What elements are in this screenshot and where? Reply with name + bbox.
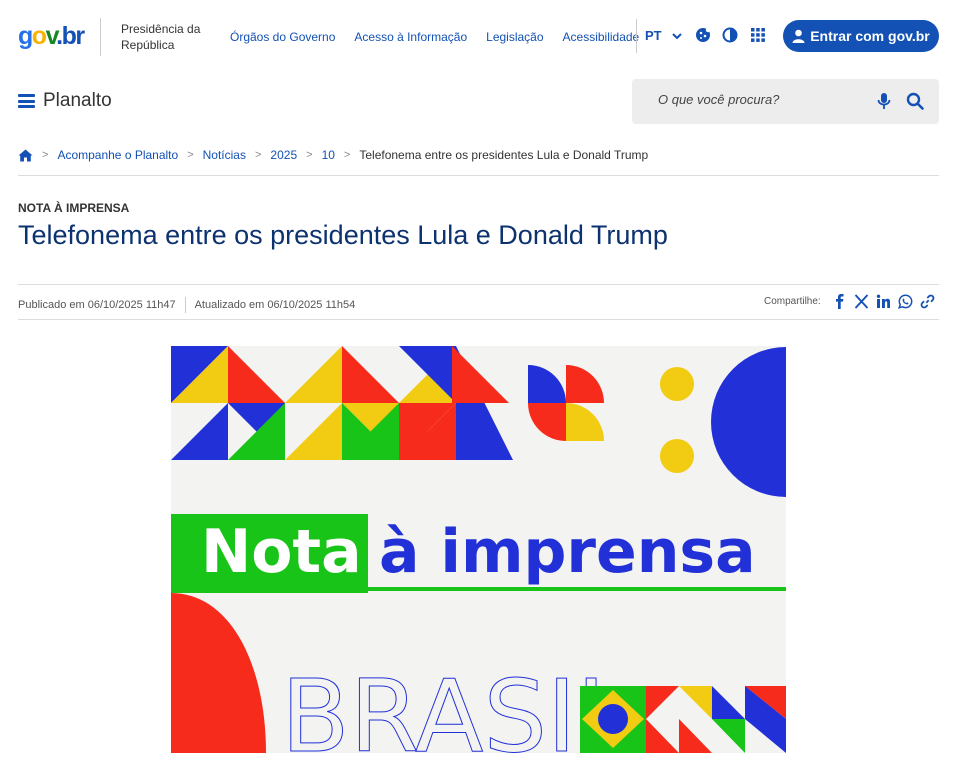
cookie-icon[interactable] <box>695 27 711 43</box>
nota-imprensa-artwork: Nota à imprensa BRASIL <box>171 346 786 753</box>
hero-word-imprensa: à imprensa <box>379 517 756 587</box>
search-icon[interactable] <box>906 92 924 110</box>
hero-image: Nota à imprensa BRASIL <box>171 346 786 753</box>
divider <box>18 175 939 176</box>
contrast-icon[interactable] <box>722 27 738 43</box>
govbr-logo[interactable]: gov.br <box>18 22 85 51</box>
link-acesso-informacao[interactable]: Acesso à Informação <box>354 30 467 44</box>
hero-word-nota: Nota <box>201 517 362 587</box>
share-label: Compartilhe: <box>764 296 821 307</box>
login-label: Entrar com gov.br <box>810 28 930 44</box>
whatsapp-icon[interactable] <box>897 294 913 309</box>
meta-divider <box>184 297 186 313</box>
published-date: Publicado em 06/10/2025 11h47 <box>18 299 176 311</box>
chevron-down-icon <box>671 32 682 39</box>
divider <box>18 319 939 320</box>
breadcrumb: > Acompanhe o Planalto > Notícias > 2025… <box>18 148 648 162</box>
chevron-right-icon: > <box>187 149 194 161</box>
top-header: gov.br Presidência da República Órgãos d… <box>0 0 970 72</box>
hero-brasil-text: BRASIL <box>281 658 632 753</box>
top-nav: Órgãos do Governo Acesso à Informação Le… <box>230 30 639 44</box>
breadcrumb-item-month[interactable]: 10 <box>322 148 335 162</box>
link-legislacao[interactable]: Legislação <box>486 30 543 44</box>
chevron-right-icon: > <box>254 149 262 161</box>
breadcrumb-item-noticias[interactable]: Notícias <box>203 148 246 162</box>
language-selector[interactable]: PT <box>645 28 682 43</box>
nav-divider <box>636 19 637 53</box>
org-name: Presidência da República <box>121 22 201 52</box>
site-name: Planalto <box>43 90 112 111</box>
main-menu-button[interactable]: Planalto <box>18 90 112 112</box>
link-orgaos[interactable]: Órgãos do Governo <box>230 30 335 44</box>
user-icon <box>792 29 805 43</box>
divider <box>18 284 939 285</box>
hamburger-icon <box>18 94 35 108</box>
breadcrumb-item-acompanhe[interactable]: Acompanhe o Planalto <box>57 148 178 162</box>
updated-date: Atualizado em 06/10/2025 11h54 <box>194 299 356 311</box>
logo-divider <box>100 18 101 56</box>
article-kicker: NOTA À IMPRENSA <box>18 201 130 215</box>
facebook-icon[interactable] <box>832 294 847 309</box>
language-label: PT <box>645 28 662 43</box>
login-button[interactable]: Entrar com gov.br <box>783 20 939 52</box>
share-bar: Compartilhe: <box>764 294 935 309</box>
chevron-right-icon: > <box>343 149 351 161</box>
search-input[interactable] <box>658 92 858 107</box>
link-icon[interactable] <box>920 294 935 309</box>
page-title: Telefonema entre os presidentes Lula e D… <box>18 220 668 250</box>
x-icon[interactable] <box>854 294 869 309</box>
breadcrumb-current: Telefonema entre os presidentes Lula e D… <box>359 148 649 162</box>
apps-grid-icon[interactable] <box>750 27 766 43</box>
link-acessibilidade[interactable]: Acessibilidade <box>563 30 640 44</box>
chevron-right-icon: > <box>42 149 49 161</box>
breadcrumb-item-year[interactable]: 2025 <box>270 148 297 162</box>
home-icon[interactable] <box>18 149 33 162</box>
article-dates: Publicado em 06/10/2025 11h47 Atualizado… <box>18 297 355 313</box>
linkedin-icon[interactable] <box>876 294 891 309</box>
microphone-icon[interactable] <box>875 92 893 110</box>
chevron-right-icon: > <box>306 149 313 161</box>
search-bar <box>632 79 939 124</box>
